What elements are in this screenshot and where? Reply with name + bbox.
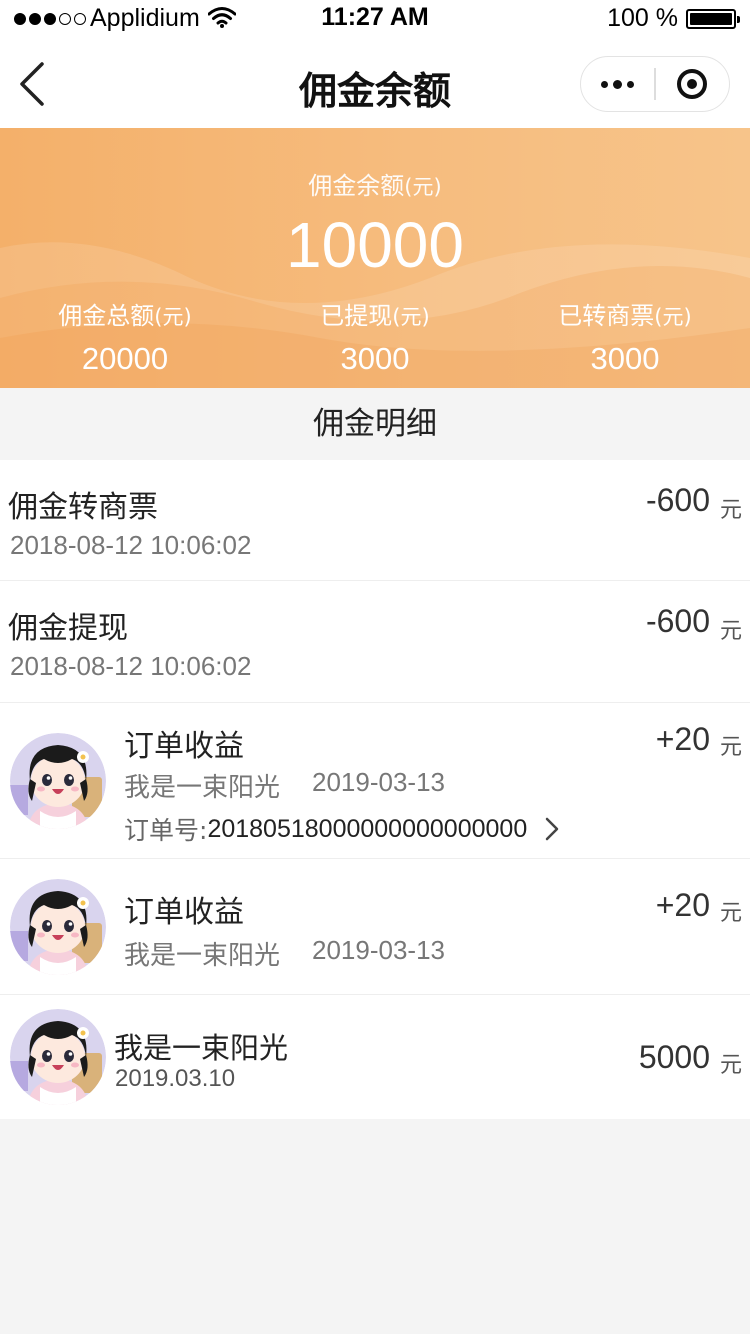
record-user-name: 我是一束阳光 — [124, 773, 281, 803]
record-user-name: 我是一束阳光 — [124, 941, 281, 971]
record-item[interactable]: 佣金提现 2018-08-12 10:06:02 -600 元 — [0, 581, 750, 703]
stat-label: 已提现 — [320, 302, 393, 330]
order-number-link[interactable]: 订单号: 20180518000000000000000 — [124, 811, 559, 847]
battery-icon — [686, 9, 740, 29]
record-amount: +20 — [655, 721, 710, 757]
stat-withdrawn: 已提现(元) 3000 — [250, 296, 500, 377]
record-date: 2019-03-13 — [312, 767, 445, 797]
record-amount: 5000 — [638, 1039, 710, 1075]
stat-total-commission: 佣金总额(元) 20000 — [0, 296, 250, 377]
commission-balance-page: Applidium 11:27 AM 100 % 佣金余额 佣金余额(元) 10… — [0, 0, 750, 1334]
record-title: 佣金转商票 — [8, 490, 158, 525]
user-avatar — [10, 879, 106, 975]
close-target-icon[interactable] — [656, 57, 729, 111]
record-amount: -600 — [645, 482, 710, 518]
record-title: 佣金提现 — [8, 611, 128, 646]
order-number: 20180518000000000000000 — [207, 814, 528, 843]
record-datetime: 2018-08-12 10:06:02 — [10, 530, 252, 560]
record-item[interactable]: 订单收益 我是一束阳光 2019-03-13 +20 元 — [0, 859, 750, 995]
stat-label: 佣金总额 — [58, 302, 155, 330]
record-item[interactable]: 我是一束阳光 2019.03.10 5000 元 — [0, 995, 750, 1119]
stat-value: 20000 — [81, 341, 169, 376]
status-bar: Applidium 11:27 AM 100 % — [0, 0, 750, 40]
mini-program-capsule — [580, 56, 730, 112]
record-date: 2019.03.10 — [115, 1065, 236, 1092]
record-date: 2019-03-13 — [312, 935, 445, 965]
record-item[interactable]: 佣金转商票 2018-08-12 10:06:02 -600 元 — [0, 460, 750, 581]
record-amount: +20 — [655, 887, 710, 923]
user-avatar — [10, 1009, 106, 1105]
record-currency-unit: 元 — [719, 619, 742, 644]
back-chevron-icon[interactable] — [14, 58, 54, 110]
stat-converted-to-bills: 已转商票(元) 3000 — [500, 296, 750, 377]
record-user-name: 我是一束阳光 — [114, 1031, 289, 1065]
record-currency-unit: 元 — [719, 901, 742, 926]
record-datetime: 2018-08-12 10:06:02 — [10, 651, 252, 681]
record-title: 订单收益 — [124, 895, 244, 930]
record-amount: -600 — [645, 603, 710, 639]
commission-detail-heading: 佣金明细 — [0, 388, 750, 460]
balance-unit: (元) — [404, 175, 442, 199]
order-number-label: 订单号: — [124, 816, 208, 845]
record-currency-unit: 元 — [719, 498, 742, 523]
record-item[interactable]: 订单收益 我是一束阳光 2019-03-13 +20 元 订单号: 201805… — [0, 703, 750, 859]
navigation-bar: 佣金余额 — [0, 40, 750, 128]
balance-summary-banner: 佣金余额(元) 10000 佣金总额(元) 20000 已提现(元) 3000 … — [0, 128, 750, 388]
battery-percent: 100 % — [607, 4, 678, 32]
stat-value: 3000 — [340, 341, 410, 376]
user-avatar — [10, 733, 106, 829]
record-currency-unit: 元 — [719, 1053, 742, 1078]
commission-record-list: 佣金转商票 2018-08-12 10:06:02 -600 元 佣金提现 20… — [0, 460, 750, 1119]
balance-value: 10000 — [286, 209, 464, 281]
balance-label: 佣金余额(元) — [308, 172, 442, 200]
chevron-right-icon — [545, 817, 559, 841]
stat-label: 已转商票 — [558, 302, 655, 330]
stat-value: 3000 — [590, 341, 660, 376]
more-dots-icon[interactable] — [581, 57, 654, 111]
record-title: 订单收益 — [124, 729, 244, 764]
record-currency-unit: 元 — [719, 735, 742, 760]
